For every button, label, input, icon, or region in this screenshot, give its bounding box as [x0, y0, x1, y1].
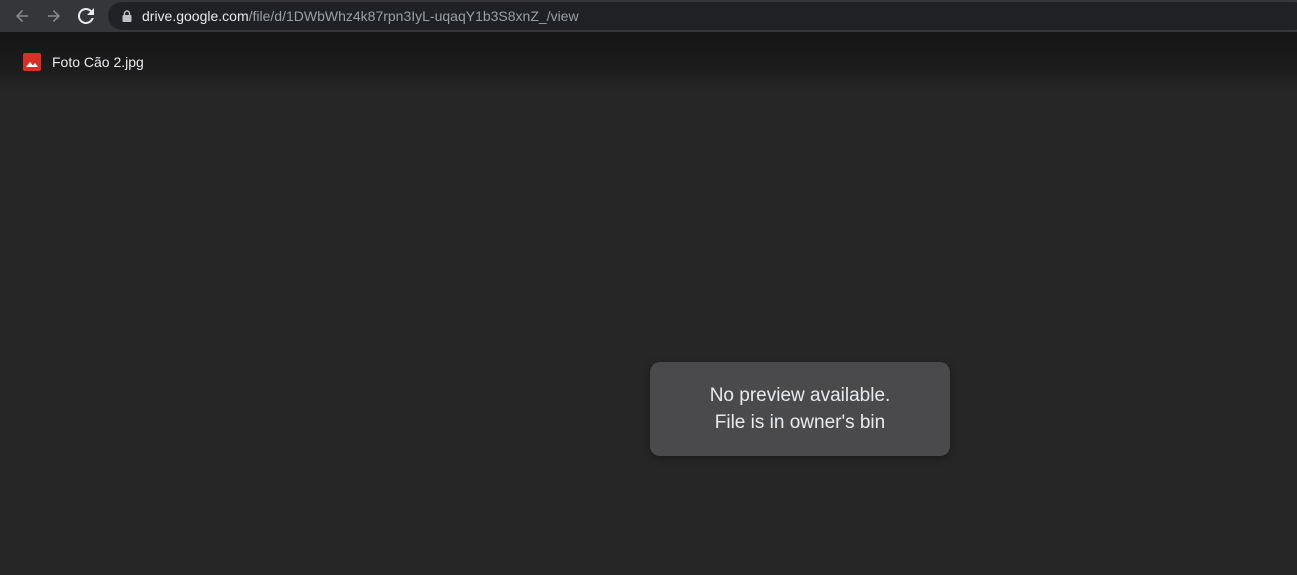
no-preview-line-2: File is in owner's bin: [714, 412, 886, 433]
image-file-icon: [23, 53, 41, 71]
address-bar[interactable]: drive.google.com/file/d/1DWbWhz4k87rpn3I…: [108, 2, 1297, 30]
browser-toolbar: drive.google.com/file/d/1DWbWhz4k87rpn3I…: [0, 0, 1297, 32]
arrow-right-icon: [48, 10, 60, 22]
no-preview-line-1: No preview available.: [709, 385, 891, 406]
no-preview-message: No preview available. File is in owner's…: [650, 362, 950, 456]
file-name: Foto Cão 2.jpg: [52, 54, 144, 70]
viewer-header: Foto Cão 2.jpg: [0, 32, 1297, 94]
arrow-left-icon: [16, 10, 28, 22]
file-title: Foto Cão 2.jpg: [23, 53, 144, 71]
reload-button[interactable]: [70, 0, 102, 32]
lock-icon[interactable]: [120, 9, 134, 23]
reload-icon: [78, 8, 94, 24]
url-host: drive.google.com: [142, 8, 249, 24]
viewer-body: [0, 94, 1297, 575]
back-button[interactable]: [6, 0, 38, 32]
forward-button[interactable]: [38, 0, 70, 32]
url-text[interactable]: drive.google.com/file/d/1DWbWhz4k87rpn3I…: [142, 8, 579, 24]
url-path: /file/d/1DWbWhz4k87rpn3IyL-uqaqY1b3S8xnZ…: [248, 8, 579, 24]
